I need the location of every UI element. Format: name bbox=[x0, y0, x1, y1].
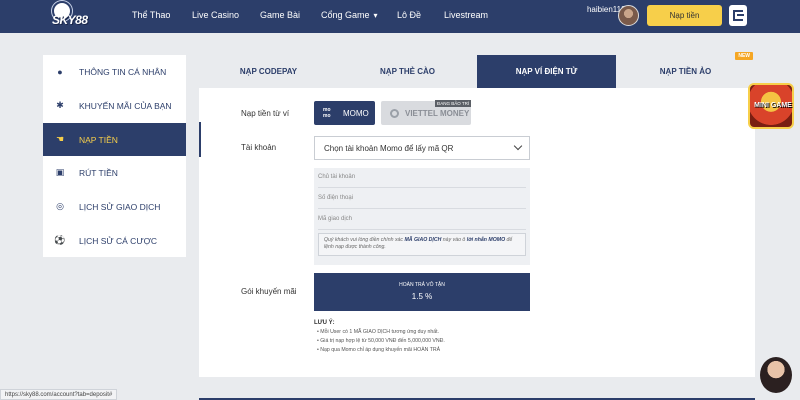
hand-icon: ☚ bbox=[55, 134, 65, 144]
notes-list: Mỗi User có 1 MÃ GIAO DỊCH tương ứng duy… bbox=[317, 328, 445, 355]
tab-codepay[interactable]: NẠP CODEPAY bbox=[199, 55, 338, 88]
nav-game-bai[interactable]: Game Bài bbox=[260, 10, 300, 20]
momo-icon: mo mo bbox=[323, 107, 331, 119]
nav-livestream[interactable]: Livestream bbox=[444, 10, 488, 20]
user-icon: ● bbox=[57, 66, 63, 77]
wallet-label: Nạp tiền từ ví bbox=[241, 109, 290, 118]
nav-live-casino[interactable]: Live Casino bbox=[192, 10, 239, 20]
promo-label: Gói khuyến mãi bbox=[241, 287, 297, 296]
viettel-icon bbox=[390, 108, 399, 118]
topup-button[interactable]: Nạp tiền bbox=[647, 5, 722, 26]
nav-lo-de[interactable]: Lô Đề bbox=[397, 10, 421, 20]
list-item: Mỗi User có 1 MÃ GIAO DỊCH tương ứng duy… bbox=[317, 328, 445, 337]
account-info-box: Chủ tài khoản Số điện thoại Mã giao dịch… bbox=[314, 168, 530, 265]
withdraw-icon: ▣ bbox=[55, 167, 65, 177]
transaction-code-field: Mã giao dịch bbox=[318, 210, 526, 230]
instruction-note: Quý khách vui lòng điền chính xác MÃ GIA… bbox=[318, 233, 526, 256]
sidebar-item-withdraw[interactable]: ▣ RÚT TIỀN bbox=[43, 156, 186, 189]
promo-package[interactable]: HOÀN TRẢ VÔ TẬN 1.5 % bbox=[314, 273, 530, 311]
new-badge: NEW bbox=[735, 52, 753, 60]
chevron-down-icon: ▾ bbox=[373, 11, 378, 20]
phone-field: Số điện thoại bbox=[318, 189, 526, 209]
sky88-logo[interactable]: SKY88 bbox=[48, 1, 88, 31]
account-select[interactable]: Chọn tài khoản Momo để lấy mã QR bbox=[314, 136, 530, 160]
tab-ewallet[interactable]: NẠP VÍ ĐIỆN TỬ bbox=[477, 55, 616, 88]
coin-icon: ◎ bbox=[56, 201, 64, 211]
notes-title: LƯU Ý: bbox=[314, 320, 335, 326]
nav-cong-game[interactable]: Cổng Game ▾ bbox=[321, 10, 378, 20]
nav-the-thao[interactable]: Thể Thao bbox=[132, 10, 170, 20]
chevron-down-icon bbox=[513, 141, 523, 151]
owner-field: Chủ tài khoản bbox=[318, 168, 526, 188]
top-header: SKY88 Thể Thao Live Casino Game Bài Cổng… bbox=[0, 0, 800, 33]
football-icon: ⚽ bbox=[54, 235, 66, 245]
momo-option[interactable]: mo mo MOMO bbox=[314, 101, 375, 125]
support-avatar[interactable] bbox=[760, 357, 792, 393]
sidebar-item-promotions[interactable]: ✱ KHUYẾN MÃI CỦA BẠN bbox=[43, 89, 186, 122]
mini-game-widget[interactable]: MINI GAME bbox=[748, 83, 794, 129]
section-indicator bbox=[199, 122, 201, 157]
tab-crypto[interactable]: NẠP TIỀN ẢO NEW bbox=[616, 52, 755, 88]
account-label: Tài khoản bbox=[241, 143, 277, 152]
sidebar-item-transactions[interactable]: ◎ LỊCH SỬ GIAO DỊCH bbox=[43, 190, 186, 223]
list-item: Nạp qua Momo chỉ áp dụng khuyến mãi HOÀN… bbox=[317, 346, 445, 355]
sidebar-item-deposit[interactable]: ☚ NẠP TIỀN bbox=[43, 123, 186, 156]
sidebar-item-bet-history[interactable]: ⚽ LỊCH SỬ CÁ CƯỢC bbox=[43, 224, 186, 257]
maintenance-badge: ĐANG BẢO TRÌ bbox=[435, 100, 472, 107]
account-sidebar: ● THÔNG TIN CÁ NHÂN ✱ KHUYẾN MÃI CỦA BẠN… bbox=[43, 55, 186, 257]
sidebar-item-profile[interactable]: ● THÔNG TIN CÁ NHÂN bbox=[43, 55, 186, 88]
avatar[interactable] bbox=[618, 5, 639, 26]
browser-status-url: https://sky88.com/account?tab=deposit# bbox=[0, 389, 118, 400]
deposit-tabs: NẠP CODEPAY NẠP THẺ CÀO NẠP VÍ ĐIỆN TỬ N… bbox=[199, 52, 755, 88]
tab-card[interactable]: NẠP THẺ CÀO bbox=[338, 55, 477, 88]
logout-button[interactable] bbox=[729, 5, 747, 26]
gift-icon: ✱ bbox=[56, 100, 64, 110]
list-item: Giá trị nạp hợp lệ từ 50,000 VNĐ đến 5,0… bbox=[317, 337, 445, 346]
